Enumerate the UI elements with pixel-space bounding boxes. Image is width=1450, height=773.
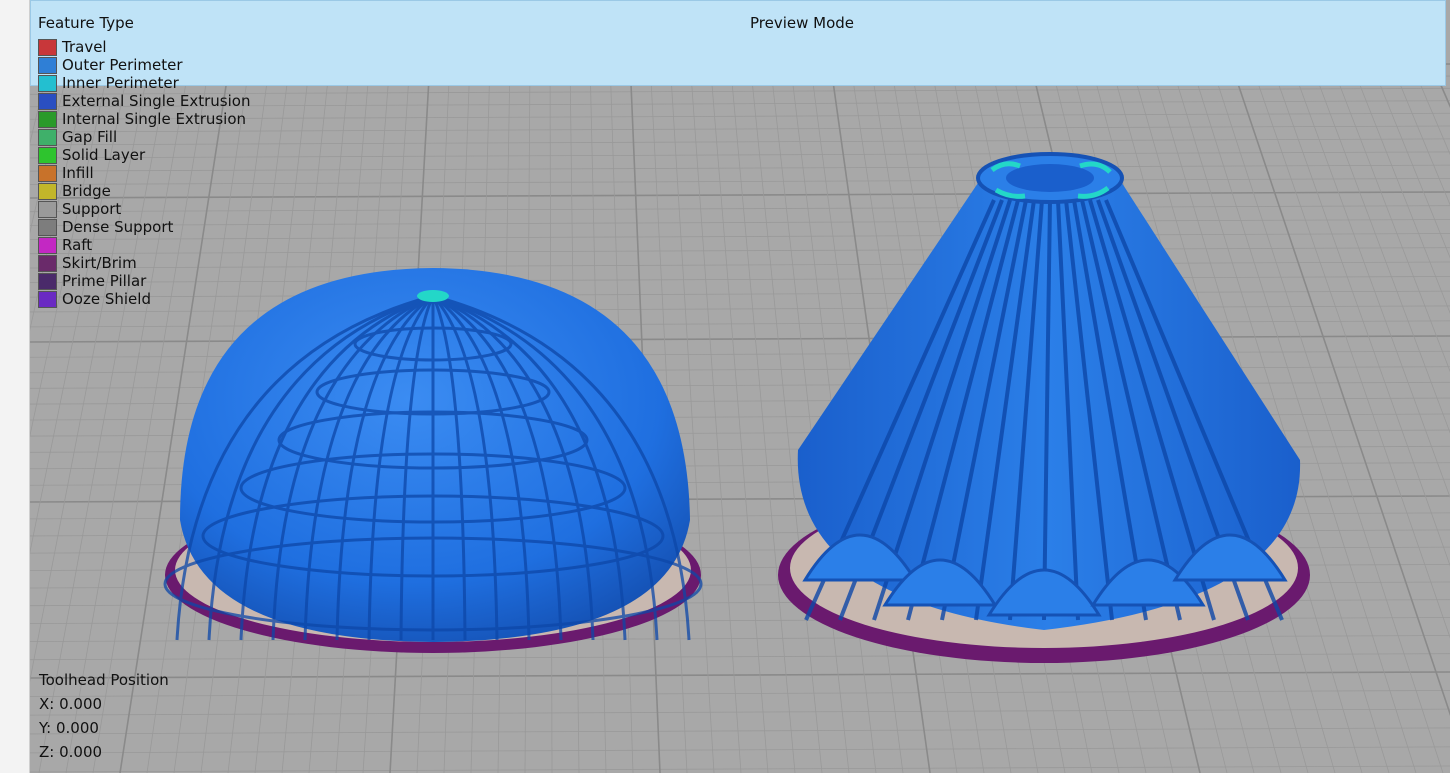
legend-item: Skirt/Brim (38, 254, 250, 272)
cone-model[interactable] (778, 152, 1310, 663)
legend-item: Solid Layer (38, 146, 250, 164)
legend-swatch (38, 164, 57, 182)
toolhead-x-readout: X: 0.000 (39, 695, 103, 713)
legend-swatch (38, 290, 57, 308)
toolhead-position-panel: Toolhead Position X: 0.000 Y: 0.000 Z: 0… (39, 670, 169, 766)
legend-swatch (38, 110, 57, 128)
toolhead-z-readout: Z: 0.000 (39, 743, 103, 761)
legend-label: Travel (62, 38, 107, 56)
legend-item: Ooze Shield (38, 290, 250, 308)
legend-label: External Single Extrusion (62, 92, 251, 110)
legend-item: Gap Fill (38, 128, 250, 146)
legend-swatch (38, 128, 57, 146)
legend-label: Inner Perimeter (62, 74, 179, 92)
legend-label: Internal Single Extrusion (62, 110, 247, 128)
legend-label: Gap Fill (62, 128, 118, 146)
dome-top-infill (417, 290, 449, 302)
legend-label: Skirt/Brim (62, 254, 137, 272)
legend-swatch (38, 146, 57, 164)
legend-item: Internal Single Extrusion (38, 110, 250, 128)
legend-label: Raft (62, 236, 93, 254)
legend-label: Infill (62, 164, 94, 182)
legend-label: Support (62, 200, 122, 218)
legend-swatch (38, 272, 57, 290)
legend-item: Dense Support (38, 218, 250, 236)
legend-item: Prime Pillar (38, 272, 250, 290)
legend-label: Bridge (62, 182, 111, 200)
legend-item: Outer Perimeter (38, 56, 250, 74)
legend-item: Bridge (38, 182, 250, 200)
toolhead-position-title: Toolhead Position (39, 671, 169, 689)
feature-type-legend: Travel Outer Perimeter Inner Perimeter Exte… (38, 38, 250, 308)
toolhead-y-readout: Y: 0.000 (39, 719, 99, 737)
legend-label: Outer Perimeter (62, 56, 183, 74)
legend-label: Dense Support (62, 218, 174, 236)
legend-swatch (38, 182, 57, 200)
legend-item: Inner Perimeter (38, 74, 250, 92)
left-panel-edge (0, 0, 30, 773)
legend-swatch (38, 74, 57, 92)
legend-item: External Single Extrusion (38, 92, 250, 110)
legend-label: Ooze Shield (62, 290, 151, 308)
legend-swatch (38, 56, 57, 74)
legend-item: Infill (38, 164, 250, 182)
legend-swatch (38, 218, 57, 236)
legend-item: Support (38, 200, 250, 218)
legend-swatch (38, 200, 57, 218)
preview-mode-label: Preview Mode (750, 14, 855, 32)
legend-item: Travel (38, 38, 250, 56)
legend-label: Prime Pillar (62, 272, 147, 290)
legend-swatch (38, 92, 57, 110)
feature-type-title: Feature Type (38, 14, 134, 32)
legend-swatch (38, 254, 57, 272)
legend-item: Raft (38, 236, 250, 254)
legend-swatch (38, 236, 57, 254)
legend-swatch (38, 38, 57, 56)
legend-label: Solid Layer (62, 146, 146, 164)
